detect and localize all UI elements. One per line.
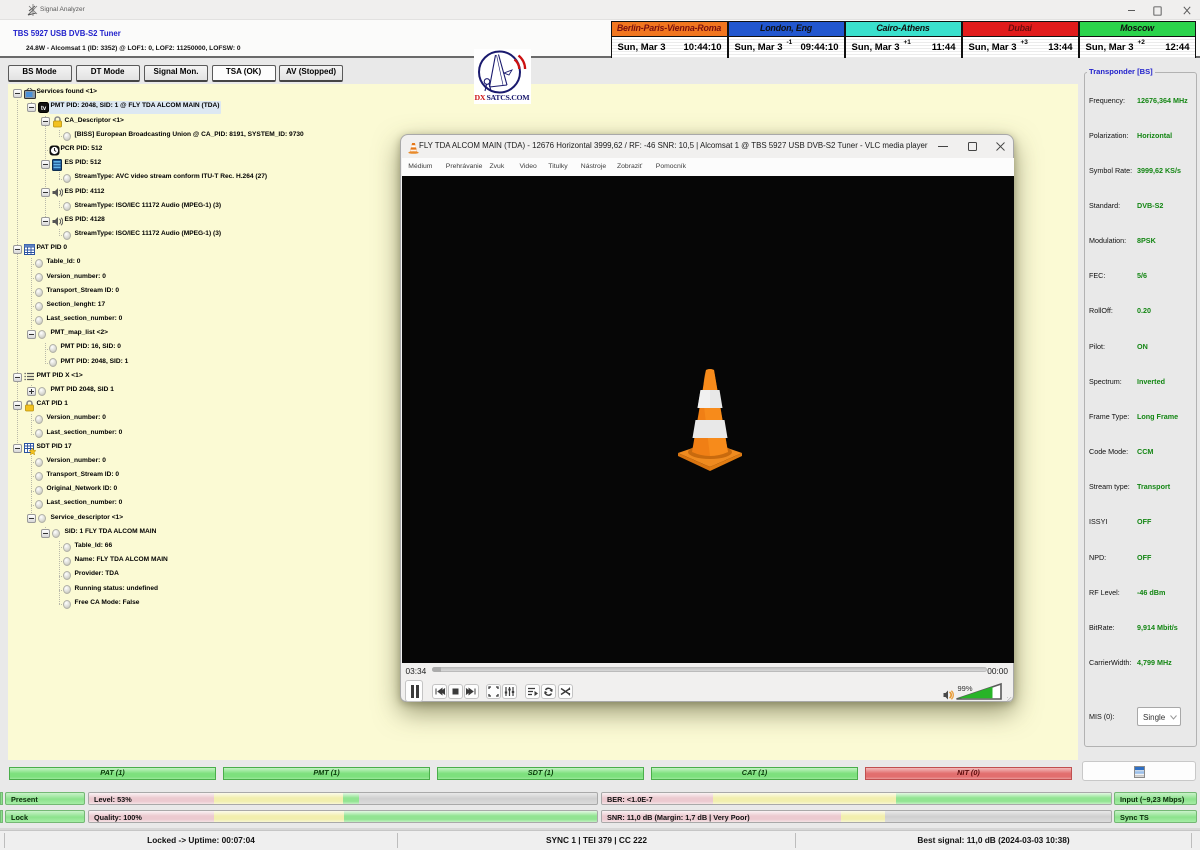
svg-text:SATCS.COM: SATCS.COM xyxy=(487,93,531,102)
svg-text:DX: DX xyxy=(475,93,486,102)
svg-text:tv: tv xyxy=(40,106,46,112)
